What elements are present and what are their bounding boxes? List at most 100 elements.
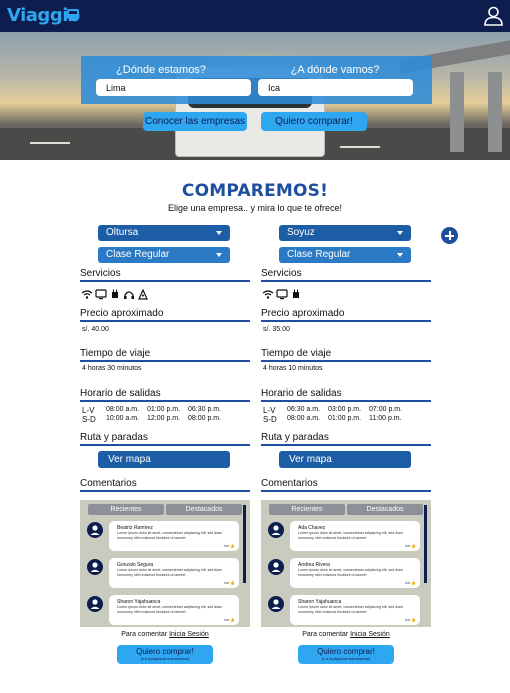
top-header: Viaggio	[0, 0, 510, 32]
comment-text: Lorem ipsum dolor sit amet, consectetuer…	[298, 568, 404, 577]
company-column-2: Soyuz Clase Regular Servicios Precio aproxi…	[261, 0, 433, 693]
overpass-pillar	[450, 72, 464, 152]
buy-button-subtext: (ir a la página de esta empresa)	[322, 657, 370, 661]
avatar-icon	[268, 559, 284, 575]
avatar-icon	[87, 596, 103, 612]
avatar-icon	[87, 522, 103, 538]
route-heading: Ruta y paradas	[261, 432, 431, 446]
buy-button-label: Quiero comprar!	[136, 647, 194, 656]
view-map-button[interactable]: Ver mapa	[98, 451, 230, 468]
schedule-days: S-D	[263, 415, 277, 424]
schedule-time: 12:00 p.m.	[147, 415, 181, 422]
services-icons	[81, 289, 149, 301]
comment-like[interactable]: ice 👍	[405, 580, 416, 585]
comment-text: Lorem ipsum dolor sit amet, consectetuer…	[117, 531, 223, 540]
comment-text: Lorem ipsum dolor sit amet, consectetuer…	[117, 605, 223, 614]
comment-card: Sharon Yajahuanca Lorem ipsum dolor sit a…	[290, 595, 420, 625]
class-select[interactable]: Clase Regular	[279, 247, 411, 263]
tab-recent[interactable]: Recientes	[269, 504, 345, 515]
tab-featured[interactable]: Destacados	[347, 504, 423, 515]
company-select-value: Soyuz	[287, 227, 315, 238]
comments-heading: Comentarios	[261, 478, 431, 492]
tab-recent[interactable]: Recientes	[88, 504, 164, 515]
comments-heading: Comentarios	[80, 478, 250, 492]
user-account-icon[interactable]	[483, 5, 504, 26]
add-company-button[interactable]	[441, 227, 458, 244]
headphones-icon	[124, 291, 134, 299]
travel-time-heading: Tiempo de viaje	[80, 348, 250, 362]
company-select[interactable]: Oltursa	[98, 225, 230, 241]
view-map-button[interactable]: Ver mapa	[279, 451, 411, 468]
travel-time-heading: Tiempo de viaje	[261, 348, 431, 362]
login-prompt-text: Para comentar	[121, 631, 168, 638]
login-link[interactable]: Inicia Sesión	[169, 631, 209, 638]
class-select[interactable]: Clase Regular	[98, 247, 230, 263]
chevron-down-icon	[397, 253, 403, 257]
company-column-1: Oltursa Clase Regular Servicios Precio apro…	[80, 0, 252, 693]
avatar-icon	[268, 522, 284, 538]
thumbs-up-icon: 👍	[410, 618, 416, 622]
compare-subtitle: Elige una empresa.. y mira lo que te ofr…	[167, 203, 343, 213]
schedule-time: 06:30 p.m.	[188, 406, 222, 413]
schedule-days: S-D	[82, 415, 96, 424]
company-select-value: Oltursa	[106, 227, 139, 238]
comment-card: Ada Chavez Lorem ipsum dolor sit amet, co…	[290, 521, 420, 551]
comment-like[interactable]: ice 👍	[224, 580, 235, 585]
services-heading: Servicios	[261, 268, 431, 282]
route-heading: Ruta y paradas	[80, 432, 250, 446]
comment-like[interactable]: ice 👍	[405, 543, 416, 548]
tab-featured[interactable]: Destacados	[166, 504, 242, 515]
thumbs-up-icon: 👍	[229, 581, 235, 585]
power-plug-icon	[112, 289, 118, 298]
comment-card: Beatriz Ramírez Lorem ipsum dolor sit ame…	[109, 521, 239, 551]
login-link[interactable]: Inicia Sesión	[350, 631, 390, 638]
schedule-time: 07:00 p.m.	[369, 406, 403, 413]
class-select-value: Clase Regular	[106, 249, 170, 260]
overpass-pillar	[488, 72, 502, 152]
buy-button[interactable]: Quiero comprar! (ir a la página de esta e…	[117, 645, 213, 664]
food-icon	[138, 289, 148, 300]
login-prompt: Para comentar Inicia Sesión	[80, 631, 250, 638]
power-plug-icon	[293, 289, 299, 298]
comments-scrollbar[interactable]	[424, 505, 427, 583]
chevron-down-icon	[216, 253, 222, 257]
schedule-time: 06:30 a.m.	[287, 406, 321, 413]
buy-button[interactable]: Quiero comprar! (ir a la página de esta e…	[298, 645, 394, 664]
schedule-heading: Horario de salidas	[261, 388, 431, 402]
comment-text: Lorem ipsum dolor sit amet, consectetuer…	[298, 605, 404, 614]
comments-panel: Recientes Destacados Ada Chavez Lorem ipsum…	[261, 500, 431, 627]
avatar-icon	[268, 596, 284, 612]
schedule-time: 11:00 p.m.	[369, 415, 402, 422]
lane-marking	[30, 142, 70, 144]
avatar-icon	[87, 559, 103, 575]
comment-card: Andrea Rivera Lorem ipsum dolor sit amet,…	[290, 558, 420, 588]
company-select[interactable]: Soyuz	[279, 225, 411, 241]
comment-like[interactable]: ice 👍	[405, 617, 416, 622]
thumbs-up-icon: 👍	[410, 581, 416, 585]
travel-time-value: 4 horas 30 minutos	[82, 365, 142, 372]
wifi-icon	[262, 290, 274, 299]
services-heading: Servicios	[80, 268, 250, 282]
schedule-heading: Horario de salidas	[80, 388, 250, 402]
schedule-days: L-V	[263, 406, 276, 415]
class-select-value: Clase Regular	[287, 249, 351, 260]
price-value: s/. 40.00	[82, 326, 109, 333]
comment-like[interactable]: ice 👍	[224, 543, 235, 548]
chevron-down-icon	[397, 231, 403, 235]
travel-time-value: 4 horas 10 minutos	[263, 365, 323, 372]
price-heading: Precio aproximado	[80, 308, 250, 322]
compare-title: COMPAREMOS!	[181, 181, 329, 201]
schedule-time: 01:00 p.m.	[328, 415, 362, 422]
chevron-down-icon	[216, 231, 222, 235]
comment-like[interactable]: ice 👍	[224, 617, 235, 622]
schedule-time: 08:00 p.m.	[188, 415, 222, 422]
price-value: s/. 35.00	[263, 326, 290, 333]
bus-icon	[67, 9, 79, 22]
login-prompt-text: Para comentar	[302, 631, 349, 638]
schedule-days: L-V	[82, 406, 95, 415]
tv-icon	[276, 289, 288, 300]
schedule-time: 03:00 p.m.	[328, 406, 362, 413]
comments-scrollbar[interactable]	[243, 505, 246, 583]
price-heading: Precio aproximado	[261, 308, 431, 322]
thumbs-up-icon: 👍	[229, 618, 235, 622]
